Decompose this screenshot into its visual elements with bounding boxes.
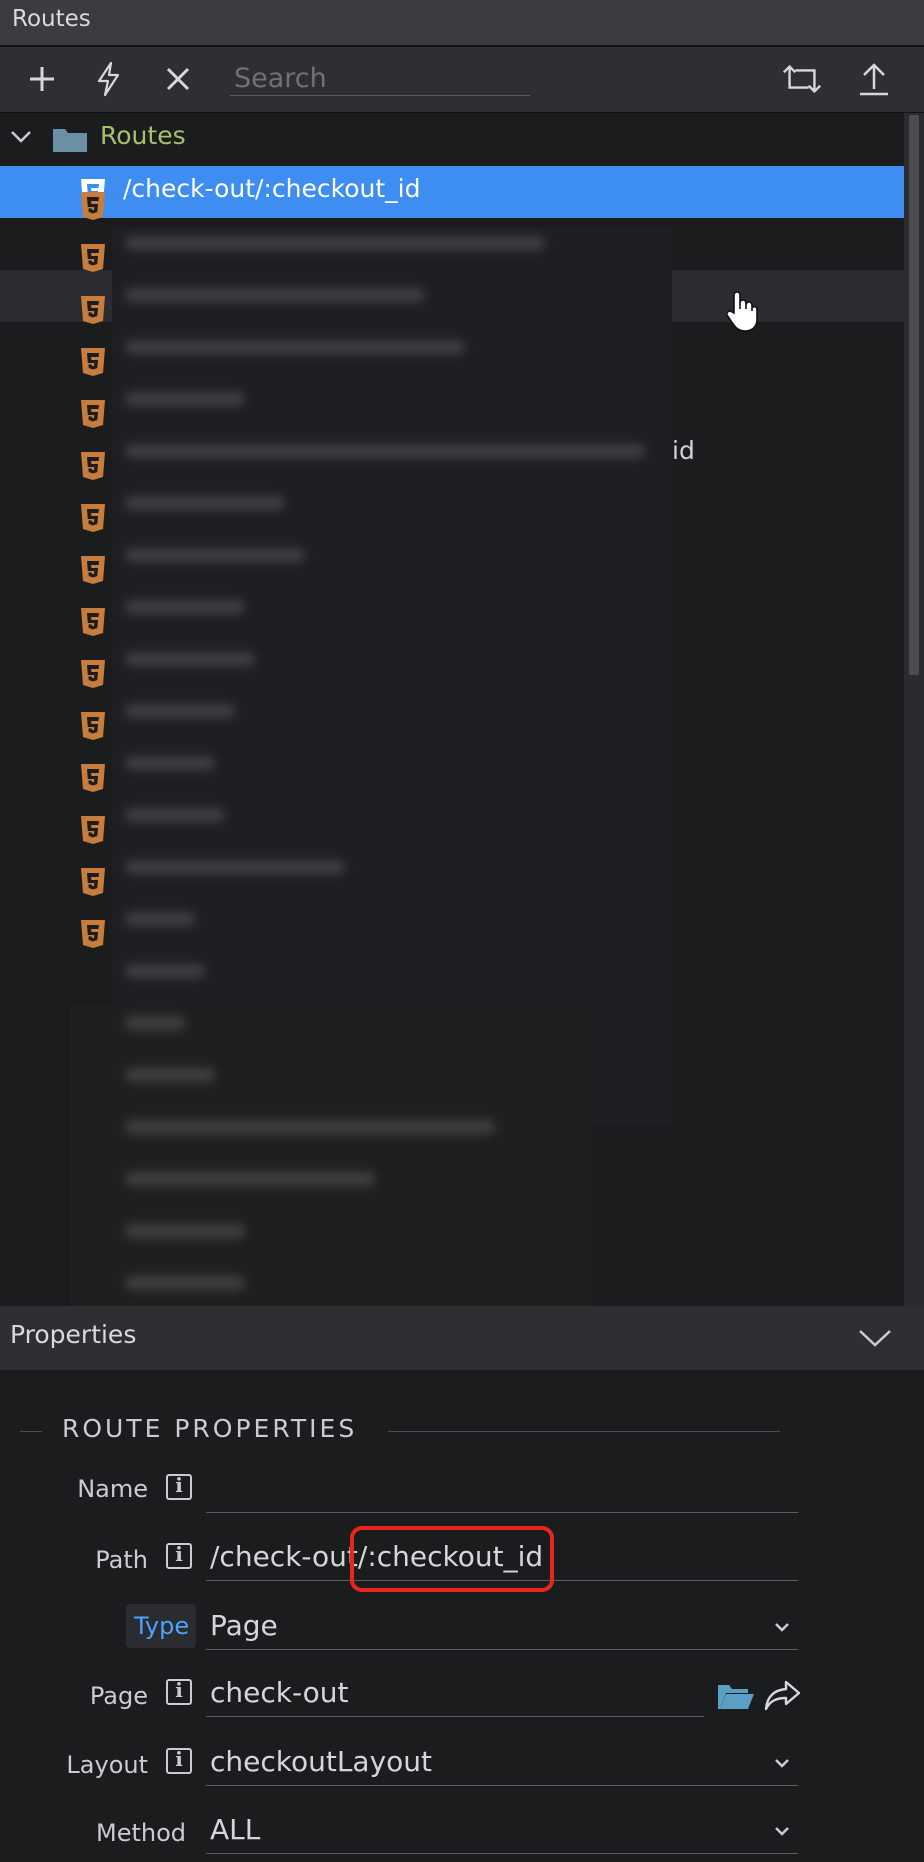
obscured-route-list: [112, 228, 672, 1125]
name-label: Name: [77, 1475, 148, 1503]
properties-panel-header[interactable]: Properties: [0, 1306, 924, 1370]
sync-button[interactable]: [780, 57, 824, 101]
obscured-text-line: [125, 704, 235, 718]
folder-label: Routes: [100, 121, 186, 150]
layout-value: checkoutLayout: [210, 1745, 433, 1778]
chevron-down-icon[interactable]: [858, 1328, 892, 1348]
open-folder-icon[interactable]: [716, 1681, 756, 1711]
divider: [388, 1431, 780, 1432]
obscured-text-line: [125, 1068, 215, 1082]
obscured-text-line: [125, 860, 345, 874]
obscured-text-line: [125, 1224, 245, 1238]
html5-icon: [81, 192, 105, 220]
path-label: Path: [95, 1546, 148, 1574]
html5-icon: [81, 556, 105, 584]
chevron-down-icon: [775, 1623, 789, 1632]
html5-icon: [81, 452, 105, 480]
obscured-text-line: [125, 444, 645, 458]
obscured-text-line: [125, 1172, 375, 1186]
chevron-down-icon[interactable]: [10, 129, 32, 145]
name-field[interactable]: [206, 1468, 798, 1513]
info-icon[interactable]: [166, 1747, 192, 1774]
method-value: ALL: [210, 1813, 261, 1846]
type-select[interactable]: Page: [206, 1605, 798, 1650]
upload-icon: [860, 63, 888, 96]
obscured-route-list-lower: [70, 1006, 592, 1306]
type-badge: Type: [126, 1604, 196, 1648]
divider: [20, 1431, 42, 1432]
html5-icon: [81, 764, 105, 792]
method-label: Method: [95, 1819, 186, 1847]
publish-button[interactable]: [852, 57, 896, 101]
routes-toolbar: [0, 47, 924, 113]
delete-route-button[interactable]: [156, 57, 200, 101]
hand-cursor-icon: [726, 291, 758, 332]
obscured-text-line: [125, 652, 255, 666]
lightning-icon: [97, 61, 120, 97]
html5-icon: [81, 348, 105, 376]
html5-icon: [81, 504, 105, 532]
routes-folder-row[interactable]: Routes: [0, 113, 904, 165]
route-path-label: /check-out/:checkout_id: [123, 174, 421, 203]
obscured-text-line: [125, 236, 545, 250]
html5-icon: [81, 868, 105, 896]
routes-panel-title: Routes: [12, 6, 91, 32]
html5-icon: [81, 608, 105, 636]
page-field[interactable]: check-out: [206, 1672, 704, 1717]
page-label: Page: [89, 1682, 148, 1710]
info-icon[interactable]: [166, 1678, 192, 1705]
add-route-button[interactable]: [20, 57, 64, 101]
section-title: ROUTE PROPERTIES: [62, 1414, 358, 1443]
type-value: Page: [210, 1609, 278, 1642]
close-icon: [166, 67, 190, 91]
page-value: check-out: [210, 1676, 349, 1709]
properties-panel-title: Properties: [10, 1320, 137, 1349]
method-select[interactable]: ALL: [206, 1809, 798, 1854]
chevron-down-icon: [775, 1759, 789, 1768]
chevron-down-icon: [775, 1827, 789, 1836]
info-icon[interactable]: [166, 1473, 192, 1500]
routes-tree: Routes /check-out/:checkout_id id: [0, 113, 904, 1306]
html5-icon: [81, 660, 105, 688]
html5-icon: [81, 712, 105, 740]
html5-icon: [81, 920, 105, 948]
route-properties-section-header: ROUTE PROPERTIES: [20, 1414, 780, 1448]
obscured-text-line: [125, 808, 225, 822]
type-label: Type: [134, 1612, 190, 1640]
obscured-text-line: [125, 548, 305, 562]
obscured-text-line: [125, 964, 205, 978]
search-field[interactable]: [230, 61, 538, 96]
obscured-text-line: [125, 392, 245, 406]
info-icon[interactable]: [166, 1542, 192, 1569]
html5-icon: [81, 244, 105, 272]
obscured-text-line: [125, 756, 215, 770]
search-input[interactable]: [230, 61, 538, 95]
html5-icon: [81, 816, 105, 844]
share-arrow-icon[interactable]: [762, 1678, 802, 1714]
lightning-button[interactable]: [86, 57, 130, 101]
layout-label: Layout: [66, 1751, 148, 1779]
highlight-box: [350, 1526, 554, 1592]
obscured-text-line: [125, 912, 195, 926]
obscured-text-line: [125, 496, 285, 510]
tree-scrollbar-thumb[interactable]: [909, 115, 919, 675]
folder-icon: [53, 129, 87, 152]
path-value-prefix: /check-out: [210, 1540, 358, 1573]
plus-icon: [30, 67, 54, 91]
route-label-fragment: id: [672, 436, 695, 465]
sync-icon: [782, 64, 822, 94]
html5-icon: [81, 400, 105, 428]
html5-icon: [81, 296, 105, 324]
obscured-text-line: [125, 1276, 245, 1290]
obscured-text-line: [125, 600, 245, 614]
layout-select[interactable]: checkoutLayout: [206, 1741, 798, 1786]
routes-panel-header: Routes: [0, 0, 924, 47]
obscured-text-line: [125, 1016, 185, 1030]
obscured-text-line: [125, 340, 465, 354]
obscured-text-line: [125, 1120, 495, 1134]
route-row-selected[interactable]: /check-out/:checkout_id: [0, 166, 904, 218]
obscured-text-line: [125, 288, 425, 302]
tree-scrollbar[interactable]: [904, 113, 924, 1306]
